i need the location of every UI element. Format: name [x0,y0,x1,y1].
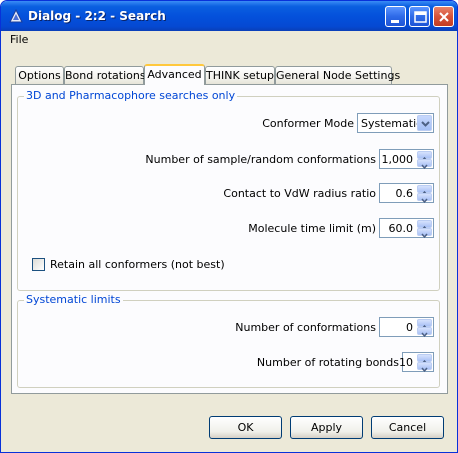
spinner-buttons [417,319,432,338]
tab-bond-rotations[interactable]: Bond rotations [64,66,146,84]
spin-up-button[interactable] [417,220,432,231]
contact-ratio-label: Contact to VdW radius ratio [223,187,376,200]
num-rotating-bonds-label: Number of rotating bonds [256,356,399,369]
num-rotating-bonds-spinner[interactable]: 10 [399,352,434,373]
spin-down-button[interactable] [417,228,432,239]
tab-general-node-settings[interactable]: General Node Settings [275,66,400,84]
retain-conformers-checkbox[interactable] [32,258,45,271]
pharmacophore-group: 3D and Pharmacophore searches only Confo… [17,89,440,291]
retain-conformers-label[interactable]: Retain all conformers (not best) [50,258,225,271]
conformer-mode-label: Conformer Mode [262,117,354,130]
systematic-limits-group: Systematic limits Number of conformation… [17,293,440,388]
close-icon [439,12,449,22]
arrow-down-icon [421,367,428,373]
arrow-down-icon [421,164,428,170]
spin-up-button[interactable] [417,354,432,365]
maximize-icon [414,11,427,23]
contact-ratio-spinner[interactable]: 0.6 [379,183,434,204]
menu-bar: File [1,31,457,51]
contact-ratio-value: 0.6 [395,187,414,200]
triangle-app-icon [9,9,23,23]
combo-dropdown-button[interactable] [417,115,432,131]
num-rotating-bonds-value: 10 [399,356,413,369]
cancel-button[interactable]: Cancel [371,416,444,439]
num-sample-value: 1,000 [381,153,414,166]
time-limit-spinner[interactable]: 60.0 [379,218,434,239]
chevron-down-icon [421,121,430,127]
spinner-buttons [417,185,432,204]
spin-down-button[interactable] [417,193,432,204]
close-button[interactable] [433,6,454,27]
spin-up-button[interactable] [417,151,432,162]
arrow-down-icon [421,198,428,204]
conformer-mode-select[interactable]: Systematic [357,113,434,133]
num-conformations-label: Number of conformations [235,321,376,334]
minimize-icon [391,20,399,23]
spin-up-button[interactable] [417,319,432,330]
num-conformations-spinner[interactable]: 0 [379,317,434,338]
time-limit-label: Molecule time limit (m) [248,222,376,235]
tab-advanced[interactable]: Advanced [144,64,205,85]
advanced-panel: 3D and Pharmacophore searches only Confo… [11,84,448,394]
ok-button[interactable]: OK [209,416,282,439]
spin-down-button[interactable] [417,159,432,170]
pharmacophore-group-title: 3D and Pharmacophore searches only [24,89,238,102]
time-limit-value: 60.0 [388,222,414,235]
tab-options[interactable]: Options [15,66,64,84]
minimize-button[interactable] [385,6,406,27]
arrow-down-icon [421,332,428,338]
spinner-buttons [417,151,432,170]
num-sample-spinner[interactable]: 1,000 [379,149,434,170]
num-conformations-value: 0 [406,321,413,334]
title-bar[interactable]: Dialog - 2:2 - Search [1,1,457,31]
systematic-limits-title: Systematic limits [24,293,123,306]
spin-up-button[interactable] [417,185,432,196]
arrow-down-icon [421,233,428,239]
maximize-button[interactable] [409,6,430,27]
dialog-window: Dialog - 2:2 - Search File Options Bond … [0,0,458,453]
menu-file[interactable]: File [10,33,28,46]
conformer-mode-value: Systematic [361,117,423,130]
num-sample-label: Number of sample/random conformations [145,153,376,166]
spinner-buttons [417,354,432,373]
tab-think-setup[interactable]: THINK setup [205,66,275,84]
spin-down-button[interactable] [417,327,432,338]
spin-down-button[interactable] [417,362,432,373]
spinner-buttons [417,220,432,239]
apply-button[interactable]: Apply [290,416,363,439]
window-title: Dialog - 2:2 - Search [28,9,166,23]
